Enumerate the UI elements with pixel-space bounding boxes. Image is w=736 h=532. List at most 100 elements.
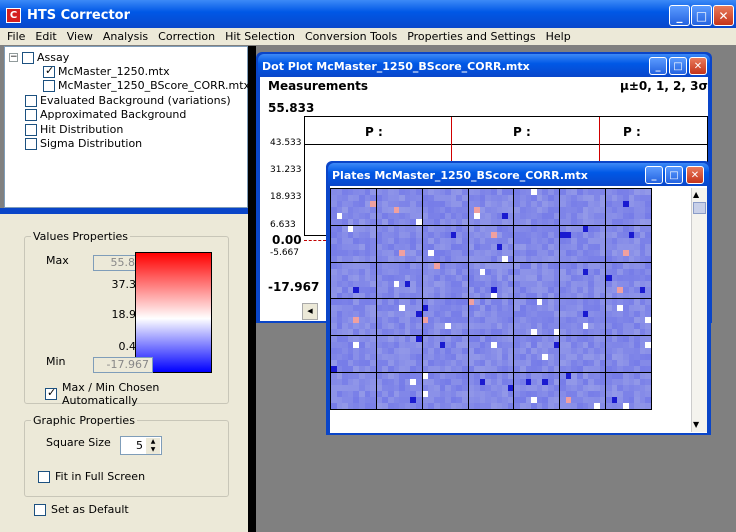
tree-item-checkbox[interactable] (43, 64, 55, 78)
plate-cell[interactable] (606, 336, 651, 373)
plate-cell[interactable] (331, 189, 376, 225)
plate-cell[interactable] (422, 189, 468, 225)
minimize-button[interactable]: _ (669, 5, 690, 26)
plate-cell[interactable] (514, 189, 560, 225)
plate-cell[interactable] (331, 299, 376, 336)
zero-line (304, 240, 326, 241)
tree-collapse-icon[interactable]: − (9, 53, 18, 62)
plate-cell[interactable] (422, 299, 468, 336)
plate-cell[interactable] (606, 262, 651, 299)
plate-cell[interactable] (422, 373, 468, 409)
menu-conversion-tools[interactable]: Conversion Tools (305, 30, 397, 43)
scroll-thumb[interactable] (693, 202, 706, 214)
plate-cell[interactable] (422, 262, 468, 299)
plate-cell[interactable] (468, 189, 514, 225)
plate-cell[interactable] (331, 373, 376, 409)
plate-cell[interactable] (514, 336, 560, 373)
fit-fullscreen-checkbox[interactable] (38, 470, 50, 483)
plate-cell[interactable] (606, 299, 651, 336)
assay-checkbox[interactable] (22, 51, 34, 64)
column-header: P : (623, 125, 641, 139)
plate-cell[interactable] (468, 299, 514, 336)
plate-cell[interactable] (376, 299, 422, 336)
option-checkbox[interactable] (25, 137, 37, 150)
plate-cell[interactable] (468, 262, 514, 299)
plate-cell[interactable] (422, 225, 468, 262)
plate-cell[interactable] (560, 225, 606, 262)
menu-file[interactable]: File (7, 30, 25, 43)
spinner-up-icon[interactable]: ▲ (146, 438, 160, 446)
plate-cell[interactable] (606, 189, 651, 225)
option-label[interactable]: Hit Distribution (40, 123, 123, 136)
plate-cell[interactable] (560, 189, 606, 225)
plate-cell[interactable] (468, 373, 514, 409)
dotplot-minimize-button[interactable]: _ (649, 57, 667, 75)
option-checkbox[interactable] (25, 123, 37, 136)
scroll-down-icon[interactable]: ▼ (693, 420, 699, 429)
plates-vscrollbar[interactable]: ▲ ▼ (691, 188, 707, 432)
plate-cell[interactable] (376, 373, 422, 409)
option-label[interactable]: Sigma Distribution (40, 137, 142, 150)
menu-analysis[interactable]: Analysis (103, 30, 148, 43)
tree-item-checkbox[interactable] (43, 79, 55, 92)
plate-cell[interactable] (331, 262, 376, 299)
min-field[interactable]: -17.967 (93, 357, 153, 373)
tree-panel: − Assay McMaster_1250.mtx McMaster_1250_… (4, 46, 250, 208)
tree-root-label[interactable]: Assay (37, 51, 69, 64)
menu-properties-settings[interactable]: Properties and Settings (407, 30, 535, 43)
plate-cell[interactable] (422, 336, 468, 373)
fit-fullscreen-label[interactable]: Fit in Full Screen (55, 470, 145, 483)
well (461, 366, 468, 373)
plate-cell[interactable] (560, 336, 606, 373)
max-label: Max (46, 254, 69, 267)
plate-cell[interactable] (514, 225, 560, 262)
menu-help[interactable]: Help (546, 30, 571, 43)
menu-correction[interactable]: Correction (158, 30, 215, 43)
tree-item-label[interactable]: McMaster_1250_BScore_CORR.mtx (58, 79, 250, 92)
plate-cell[interactable] (376, 262, 422, 299)
plate-cell[interactable] (560, 373, 606, 409)
plate-cell[interactable] (376, 336, 422, 373)
plate-cell[interactable] (606, 225, 651, 262)
y-tick-zero: 0.00 (272, 233, 302, 247)
plate-cell[interactable] (560, 262, 606, 299)
plate-cell[interactable] (514, 299, 560, 336)
plates-close-button[interactable]: ✕ (686, 166, 704, 184)
set-default-label[interactable]: Set as Default (51, 503, 129, 516)
plates-minimize-button[interactable]: _ (645, 166, 663, 184)
plate-cell[interactable] (331, 336, 376, 373)
plate-cell[interactable] (468, 336, 514, 373)
menu-view[interactable]: View (67, 30, 93, 43)
plates-maximize-button[interactable]: □ (665, 166, 683, 184)
option-checkbox[interactable] (25, 94, 37, 107)
dotplot-close-button[interactable]: ✕ (689, 57, 707, 75)
plate-cell[interactable] (514, 262, 560, 299)
option-label[interactable]: Approximated Background (40, 108, 186, 121)
square-size-value[interactable]: 5 (136, 439, 143, 452)
option-checkbox[interactable] (25, 108, 37, 121)
maximize-button[interactable]: □ (691, 5, 712, 26)
tree-item-label[interactable]: McMaster_1250.mtx (58, 65, 170, 78)
option-label[interactable]: Evaluated Background (variations) (40, 94, 231, 107)
dotplot-maximize-button[interactable]: □ (669, 57, 687, 75)
set-default-checkbox[interactable] (34, 503, 46, 516)
plate-cell[interactable] (376, 189, 422, 225)
plate-cell[interactable] (514, 373, 560, 409)
plate-cell[interactable] (468, 225, 514, 262)
scroll-up-icon[interactable]: ▲ (693, 190, 699, 199)
well (553, 218, 560, 225)
plate-cell[interactable] (560, 299, 606, 336)
app-icon: C (6, 7, 21, 23)
menu-edit[interactable]: Edit (35, 30, 56, 43)
auto-minmax-checkbox[interactable] (45, 386, 57, 400)
auto-minmax-label[interactable]: Max / Min Chosen Automatically (62, 381, 228, 407)
menu-hit-selection[interactable]: Hit Selection (225, 30, 295, 43)
well (416, 255, 422, 262)
close-button[interactable]: ✕ (713, 5, 734, 26)
spinner-down-icon[interactable]: ▼ (146, 446, 160, 454)
dotplot-hscroll-left[interactable]: ◀ (302, 303, 318, 320)
plate-cell[interactable] (606, 373, 651, 409)
plate-cell[interactable] (331, 225, 376, 262)
plate-cell[interactable] (376, 225, 422, 262)
square-size-spinner[interactable]: 5 ▲ ▼ (120, 436, 162, 455)
